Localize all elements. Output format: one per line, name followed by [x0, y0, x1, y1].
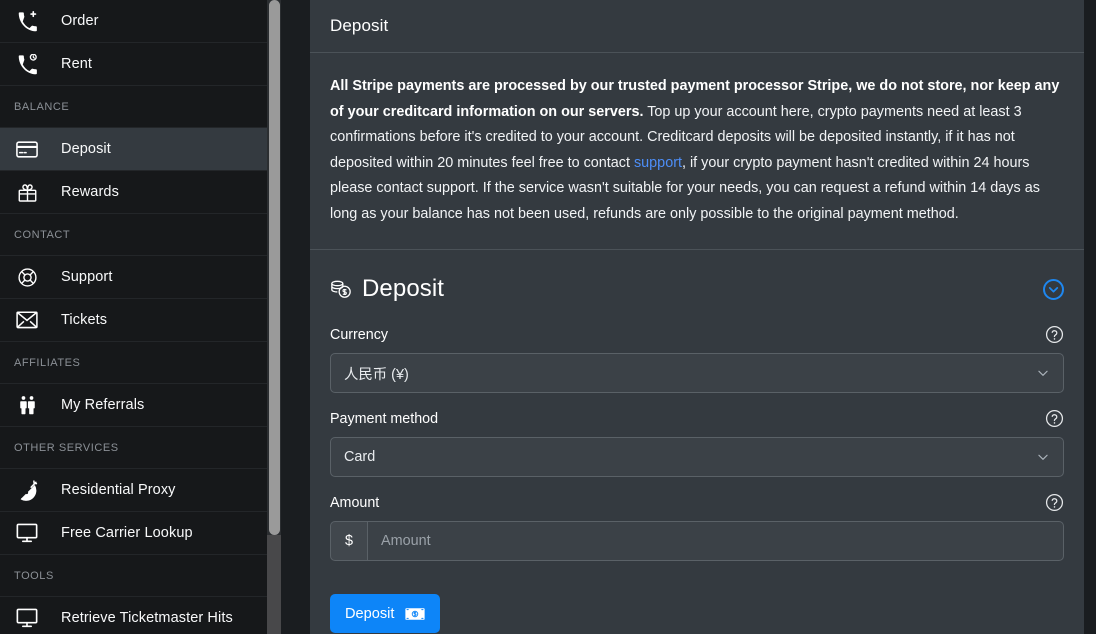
payment-method-select[interactable]: Card [330, 437, 1064, 477]
page-title: Deposit [330, 16, 389, 35]
sidebar-item-support[interactable]: Support [0, 256, 281, 299]
support-link[interactable]: support [634, 155, 682, 171]
sidebar-item-label: Rewards [61, 184, 119, 200]
payment-method-help-icon[interactable] [1045, 409, 1064, 428]
amount-input-group: $ [330, 521, 1064, 561]
credit-card-icon [14, 138, 40, 160]
gift-icon [14, 181, 40, 203]
sidebar-item-label: My Referrals [61, 397, 145, 413]
deposit-submit-button[interactable]: Deposit [330, 594, 441, 633]
currency-symbol-addon: $ [330, 521, 367, 561]
phone-clock-icon [14, 53, 40, 75]
currency-label-row: Currency [330, 325, 1064, 344]
monitor-icon [14, 607, 40, 629]
coins-icon [330, 278, 352, 300]
sidebar-item-label: Residential Proxy [61, 482, 176, 498]
currency-help-icon[interactable] [1045, 325, 1064, 344]
sidebar-section-label: AFFILIATES [14, 356, 81, 369]
chevron-down-icon [1047, 283, 1060, 296]
payment-method-field: Payment method Card [330, 409, 1064, 477]
sidebar-section-label: CONTACT [14, 228, 71, 241]
sidebar-item-free-carrier-lookup[interactable]: Free Carrier Lookup [0, 512, 281, 555]
sidebar-item-rewards[interactable]: Rewards [0, 171, 281, 214]
stripe-notice: All Stripe payments are processed by our… [310, 53, 1084, 250]
sidebar-item-order[interactable]: Order [0, 0, 281, 43]
sidebar-item-tickets[interactable]: Tickets [0, 299, 281, 342]
sidebar-item-residential-proxy[interactable]: Residential Proxy [0, 469, 281, 512]
sidebar-item-label: Support [61, 269, 113, 285]
sidebar-item-label: Order [61, 13, 99, 29]
deposit-card: Deposit All Stripe payments are processe… [310, 0, 1084, 634]
sidebar-scrollbar-lower-track[interactable] [267, 535, 281, 634]
collapse-toggle-button[interactable] [1043, 278, 1064, 300]
sidebar-item-retrieve-ticketmaster-hits[interactable]: Retrieve Ticketmaster Hits [0, 597, 281, 634]
deposit-heading: Deposit [362, 275, 445, 302]
currency-select[interactable]: 人民币 (¥) [330, 353, 1064, 393]
sidebar: Order Rent BALANCE Deposit Rewards CONTACT Sup… [0, 0, 281, 634]
sidebar-section-label: TOOLS [14, 569, 54, 582]
sidebar-scrollbar-thumb[interactable] [269, 0, 280, 535]
payment-method-selected-value: Card [344, 449, 376, 465]
sidebar-item-label: Free Carrier Lookup [61, 525, 193, 541]
banknote-icon [405, 607, 426, 621]
sidebar-item-label: Tickets [61, 312, 108, 328]
envelope-icon [14, 309, 40, 331]
sidebar-item-label: Deposit [61, 141, 111, 157]
chevron-down-icon [1036, 366, 1050, 380]
sidebar-section-label: BALANCE [14, 100, 70, 113]
monitor-icon [14, 522, 40, 544]
sidebar-section-balance: BALANCE [0, 86, 281, 128]
currency-selected-value: 人民币 (¥) [344, 366, 409, 383]
sidebar-item-rent[interactable]: Rent [0, 43, 281, 86]
deposit-form: Deposit Currency 人民币 (¥) Payment method … [310, 250, 1084, 634]
amount-input[interactable] [367, 521, 1064, 561]
payment-method-label-row: Payment method [330, 409, 1064, 428]
amount-label: Amount [330, 494, 380, 511]
sidebar-item-label: Retrieve Ticketmaster Hits [61, 610, 233, 626]
chevron-down-icon [1036, 450, 1050, 464]
main-content: Deposit All Stripe payments are processe… [281, 0, 1096, 634]
app-root: Order Rent BALANCE Deposit Rewards CONTACT Sup… [0, 0, 1096, 634]
amount-label-row: Amount [330, 493, 1064, 512]
payment-method-label: Payment method [330, 410, 439, 427]
sidebar-item-deposit[interactable]: Deposit [0, 128, 281, 171]
lifebuoy-icon [14, 266, 40, 288]
sidebar-section-other-services: OTHER SERVICES [0, 427, 281, 469]
sidebar-section-contact: CONTACT [0, 214, 281, 256]
phone-plus-icon [14, 10, 40, 32]
sidebar-nav-list: Order Rent BALANCE Deposit Rewards CONTACT Sup… [0, 0, 281, 634]
satellite-dish-icon [14, 479, 40, 501]
amount-help-icon[interactable] [1045, 493, 1064, 512]
currency-label: Currency [330, 326, 388, 343]
amount-field: Amount $ [330, 493, 1064, 561]
currency-field: Currency 人民币 (¥) [330, 325, 1064, 393]
deposit-button-label: Deposit [345, 605, 395, 622]
sidebar-section-tools: TOOLS [0, 555, 281, 597]
sidebar-item-label: Rent [61, 56, 93, 72]
sidebar-item-my-referrals[interactable]: My Referrals [0, 384, 281, 427]
people-icon [14, 394, 40, 416]
card-header: Deposit [310, 0, 1084, 53]
deposit-section-header: Deposit [330, 275, 1064, 303]
sidebar-section-label: OTHER SERVICES [14, 441, 119, 454]
sidebar-section-affiliates: AFFILIATES [0, 342, 281, 384]
